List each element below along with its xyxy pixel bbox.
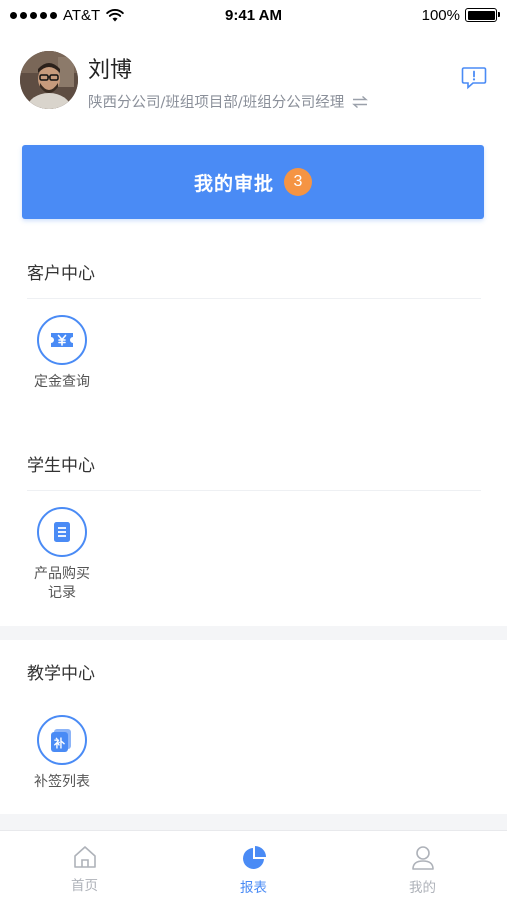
section-separator: [0, 626, 507, 640]
tab-label: 首页: [71, 878, 98, 894]
document-icon: [37, 507, 87, 557]
tab-mine[interactable]: 我的: [338, 831, 507, 900]
func-supplement-list[interactable]: 补 补签列表: [26, 715, 98, 792]
tab-report[interactable]: 报表: [169, 831, 338, 900]
section-title-student: 学生中心: [27, 456, 95, 476]
avatar-image: [20, 51, 78, 109]
section-title-customer: 客户中心: [27, 264, 95, 284]
func-label: 补签列表: [34, 774, 90, 790]
status-left: AT&T: [10, 7, 124, 24]
tab-home[interactable]: 首页: [0, 831, 169, 900]
home-icon: [73, 846, 96, 868]
approval-label: 我的审批: [193, 172, 274, 195]
profile-header: 刘博 陕西分公司/班组项目部/班组分公司经理: [0, 48, 507, 118]
battery-fill: [467, 10, 495, 20]
avatar[interactable]: [20, 51, 78, 109]
user-icon: [411, 846, 434, 870]
signal-dots-icon: [10, 11, 57, 19]
carrier-label: AT&T: [63, 6, 101, 24]
user-name: 刘博: [88, 58, 133, 83]
func-deposit-query[interactable]: 定金查询: [26, 315, 98, 392]
func-label: 定金查询: [34, 374, 90, 390]
swap-icon[interactable]: [352, 95, 369, 108]
message-alert-icon: [461, 67, 487, 90]
ticket-yen-icon: [37, 315, 87, 365]
battery-percent: 100%: [421, 6, 460, 24]
section-divider: [27, 298, 481, 299]
user-org[interactable]: 陕西分公司/班组项目部/班组分公司经理: [88, 91, 369, 112]
section-separator: [0, 814, 507, 830]
bottom-tab-bar: 首页 报表 我的: [0, 830, 507, 900]
status-right: 100%: [421, 6, 500, 24]
section-divider: [27, 490, 481, 491]
message-button[interactable]: [461, 66, 487, 90]
section-title-teaching: 教学中心: [27, 664, 95, 684]
tab-label: 报表: [240, 880, 267, 896]
my-approval-button[interactable]: 我的审批 3: [22, 145, 484, 219]
tab-label: 我的: [409, 880, 436, 896]
pie-chart-icon: [242, 846, 266, 869]
func-label: 产品购买记录: [34, 566, 90, 601]
status-bar: AT&T 9:41 AM 100%: [0, 0, 507, 30]
supplement-sign-icon: 补: [37, 715, 87, 765]
battery-icon: [465, 8, 500, 22]
svg-text:补: 补: [53, 736, 65, 750]
wifi-icon: [106, 8, 124, 21]
user-org-label: 陕西分公司/班组项目部/班组分公司经理: [88, 95, 345, 111]
func-product-purchase-record[interactable]: 产品购买记录: [26, 507, 98, 603]
approval-count-badge: 3: [284, 168, 312, 196]
